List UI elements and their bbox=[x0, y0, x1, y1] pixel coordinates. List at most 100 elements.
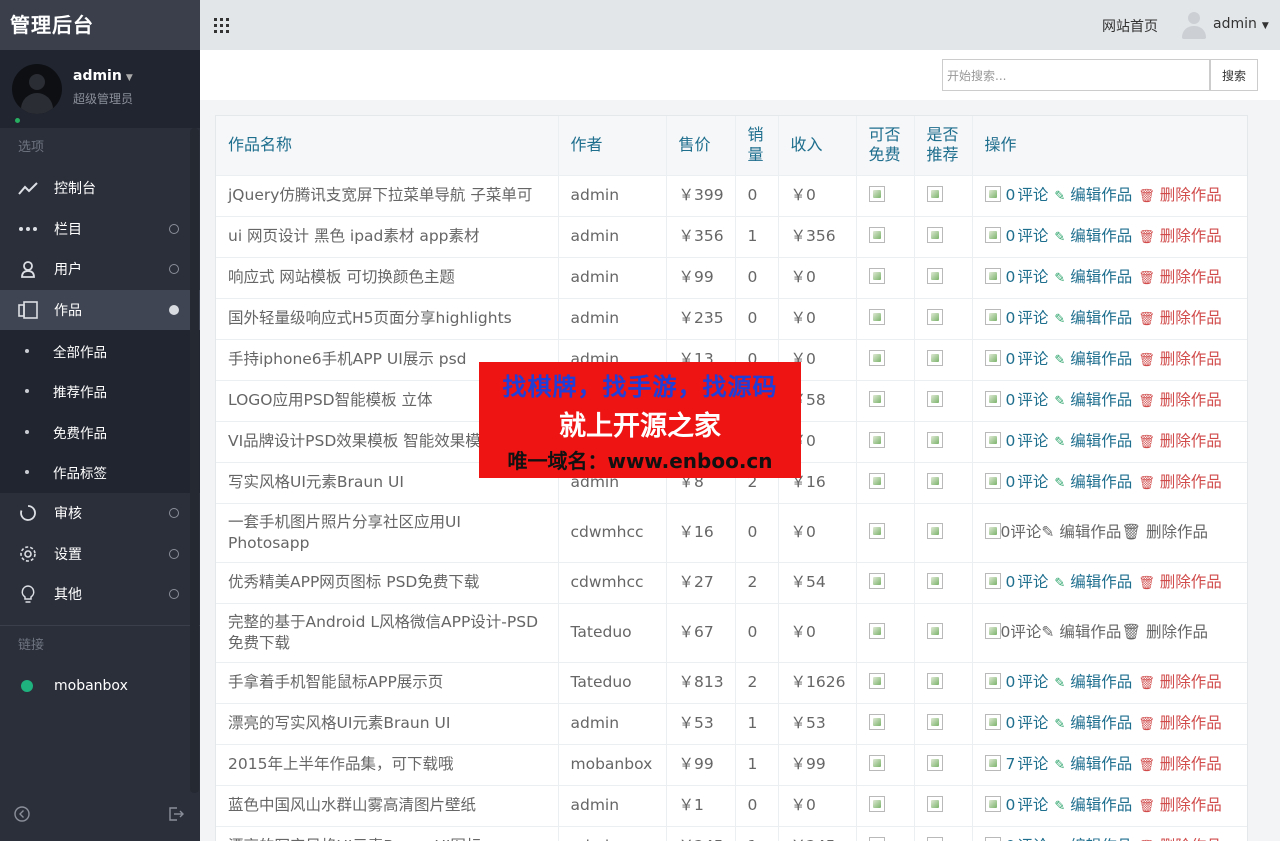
collapse-sidebar-icon[interactable] bbox=[14, 806, 30, 826]
recommend-status-image-icon[interactable] bbox=[926, 473, 943, 489]
comments-link[interactable]: 0评论 bbox=[1006, 309, 1049, 327]
recommend-status-image-icon[interactable] bbox=[926, 573, 943, 589]
sidebar-item-review[interactable]: 审核 bbox=[0, 493, 200, 534]
edit-work-link[interactable]: ✎ 编辑作品 bbox=[1054, 673, 1132, 691]
search-input[interactable]: 开始搜索... bbox=[942, 59, 1210, 91]
edit-work-link[interactable]: ✎ 编辑作品 bbox=[1054, 432, 1132, 450]
comments-link[interactable]: 0评论 bbox=[1006, 350, 1049, 368]
delete-work-link[interactable]: 🗑 删除作品 bbox=[1138, 309, 1221, 327]
edit-work-link[interactable]: ✎ 编辑作品 bbox=[1054, 714, 1132, 732]
delete-work-link[interactable]: 🗑 删除作品 bbox=[1138, 350, 1221, 368]
free-status-image-icon[interactable] bbox=[868, 268, 885, 284]
delete-work-link[interactable]: 🗑 删除作品 bbox=[1138, 755, 1221, 773]
free-status-image-icon[interactable] bbox=[868, 714, 885, 730]
delete-work-link[interactable]: 🗑 删除作品 bbox=[1138, 714, 1221, 732]
comments-link[interactable]: 0评论 bbox=[1006, 796, 1049, 814]
free-status-image-icon[interactable] bbox=[868, 309, 885, 325]
free-status-image-icon[interactable] bbox=[868, 391, 885, 407]
sidebar-item-works[interactable]: 作品 bbox=[0, 289, 200, 331]
logout-icon[interactable] bbox=[168, 806, 184, 826]
delete-work-link[interactable]: 🗑 删除作品 bbox=[1138, 673, 1221, 691]
delete-work-link[interactable]: 🗑 删除作品 bbox=[1138, 432, 1221, 450]
edit-work-link[interactable]: ✎ 编辑作品 bbox=[1054, 473, 1132, 491]
free-status-image-icon[interactable] bbox=[868, 837, 885, 841]
sidebar-item-dashboard[interactable]: 控制台 bbox=[0, 168, 200, 209]
delete-work-link[interactable]: 🗑 删除作品 bbox=[1138, 227, 1221, 245]
profile-name-dropdown[interactable]: admin ▼ bbox=[73, 68, 133, 84]
sidebar-item-users[interactable]: 用户 bbox=[0, 249, 200, 290]
sidebar-item-other[interactable]: 其他 bbox=[0, 574, 200, 615]
free-status-image-icon[interactable] bbox=[868, 227, 885, 243]
recommend-status-image-icon[interactable] bbox=[926, 391, 943, 407]
sidebar-item-settings[interactable]: 设置 bbox=[0, 533, 200, 574]
free-status-image-icon[interactable] bbox=[868, 473, 885, 489]
edit-work-link[interactable]: ✎ 编辑作品 bbox=[1054, 796, 1132, 814]
recommend-status-image-icon[interactable] bbox=[926, 755, 943, 771]
recommend-status-image-icon[interactable] bbox=[926, 837, 943, 841]
comments-link[interactable]: 0评论 bbox=[1006, 837, 1049, 841]
recommend-status-image-icon[interactable] bbox=[926, 714, 943, 730]
comments-link[interactable]: 0评论 bbox=[1006, 391, 1049, 409]
avatar[interactable] bbox=[12, 64, 62, 114]
comments-link[interactable]: 0评论 bbox=[1006, 227, 1049, 245]
recommend-status-image-icon[interactable] bbox=[926, 227, 943, 243]
comments-link[interactable]: 0评论 bbox=[1006, 573, 1049, 591]
delete-work-link[interactable]: 🗑 删除作品 bbox=[1138, 391, 1221, 409]
delete-work-link[interactable]: 🗑 删除作品 bbox=[1138, 573, 1221, 591]
recommend-status-image-icon[interactable] bbox=[926, 432, 943, 448]
comments-link[interactable]: 0评论 bbox=[1001, 523, 1042, 541]
comments-link[interactable]: 0评论 bbox=[1006, 432, 1049, 450]
sidebar-item-columns[interactable]: 栏目 bbox=[0, 209, 200, 250]
edit-work-link[interactable]: ✎ 编辑作品 bbox=[1054, 186, 1132, 204]
comments-link[interactable]: 0评论 bbox=[1006, 186, 1049, 204]
recommend-status-image-icon[interactable] bbox=[926, 796, 943, 812]
recommend-status-image-icon[interactable] bbox=[926, 673, 943, 689]
recommend-status-image-icon[interactable] bbox=[926, 268, 943, 284]
submenu-item-recommended[interactable]: 推荐作品 bbox=[0, 371, 200, 412]
edit-work-link[interactable]: ✎ 编辑作品 bbox=[1054, 573, 1132, 591]
edit-work-link[interactable]: ✎ 编辑作品 bbox=[1054, 350, 1132, 368]
edit-work-link[interactable]: ✎ 编辑作品 bbox=[1054, 268, 1132, 286]
delete-work-link[interactable]: 🗑 删除作品 bbox=[1121, 623, 1208, 641]
free-status-image-icon[interactable] bbox=[868, 796, 885, 812]
free-status-image-icon[interactable] bbox=[868, 432, 885, 448]
delete-work-link[interactable]: 🗑 删除作品 bbox=[1138, 837, 1221, 841]
edit-work-link[interactable]: ✎ 编辑作品 bbox=[1054, 837, 1132, 841]
ad-banner[interactable]: 找棋牌，找手游，找源码 就上开源之家 唯一域名：www.enboo.cn bbox=[479, 362, 801, 478]
link-mobanbox[interactable]: mobanbox bbox=[0, 666, 200, 706]
delete-work-link[interactable]: 🗑 删除作品 bbox=[1138, 186, 1221, 204]
comments-link[interactable]: 0评论 bbox=[1006, 714, 1049, 732]
edit-work-link[interactable]: ✎ 编辑作品 bbox=[1054, 309, 1132, 327]
recommend-status-image-icon[interactable] bbox=[926, 523, 943, 539]
delete-work-link[interactable]: 🗑 删除作品 bbox=[1138, 796, 1221, 814]
submenu-item-free[interactable]: 免费作品 bbox=[0, 412, 200, 453]
recommend-status-image-icon[interactable] bbox=[926, 623, 943, 639]
recommend-status-image-icon[interactable] bbox=[926, 350, 943, 366]
free-status-image-icon[interactable] bbox=[868, 623, 885, 639]
comments-link[interactable]: 7 评论 bbox=[1006, 755, 1049, 773]
delete-work-link[interactable]: 🗑 删除作品 bbox=[1138, 268, 1221, 286]
comments-link[interactable]: 0评论 bbox=[1001, 623, 1042, 641]
recommend-status-image-icon[interactable] bbox=[926, 186, 943, 202]
comments-link[interactable]: 0评论 bbox=[1006, 673, 1049, 691]
user-menu[interactable]: admin ▼ bbox=[1213, 16, 1269, 32]
submenu-item-all-works[interactable]: 全部作品 bbox=[0, 330, 200, 371]
edit-work-link[interactable]: ✎ 编辑作品 bbox=[1041, 523, 1121, 541]
comments-link[interactable]: 0评论 bbox=[1006, 473, 1049, 491]
free-status-image-icon[interactable] bbox=[868, 523, 885, 539]
free-status-image-icon[interactable] bbox=[868, 573, 885, 589]
submenu-item-tags[interactable]: 作品标签 bbox=[0, 452, 200, 493]
free-status-image-icon[interactable] bbox=[868, 755, 885, 771]
delete-work-link[interactable]: 🗑 删除作品 bbox=[1121, 523, 1208, 541]
apps-grid-icon[interactable] bbox=[214, 18, 229, 33]
recommend-status-image-icon[interactable] bbox=[926, 309, 943, 325]
search-button[interactable]: 搜索 bbox=[1210, 59, 1258, 91]
free-status-image-icon[interactable] bbox=[868, 350, 885, 366]
comments-link[interactable]: 0评论 bbox=[1006, 268, 1049, 286]
site-home-link[interactable]: 网站首页 bbox=[1102, 16, 1158, 36]
edit-work-link[interactable]: ✎ 编辑作品 bbox=[1041, 623, 1121, 641]
edit-work-link[interactable]: ✎ 编辑作品 bbox=[1054, 755, 1132, 773]
user-avatar-icon[interactable] bbox=[1182, 11, 1206, 39]
free-status-image-icon[interactable] bbox=[868, 673, 885, 689]
edit-work-link[interactable]: ✎ 编辑作品 bbox=[1054, 391, 1132, 409]
